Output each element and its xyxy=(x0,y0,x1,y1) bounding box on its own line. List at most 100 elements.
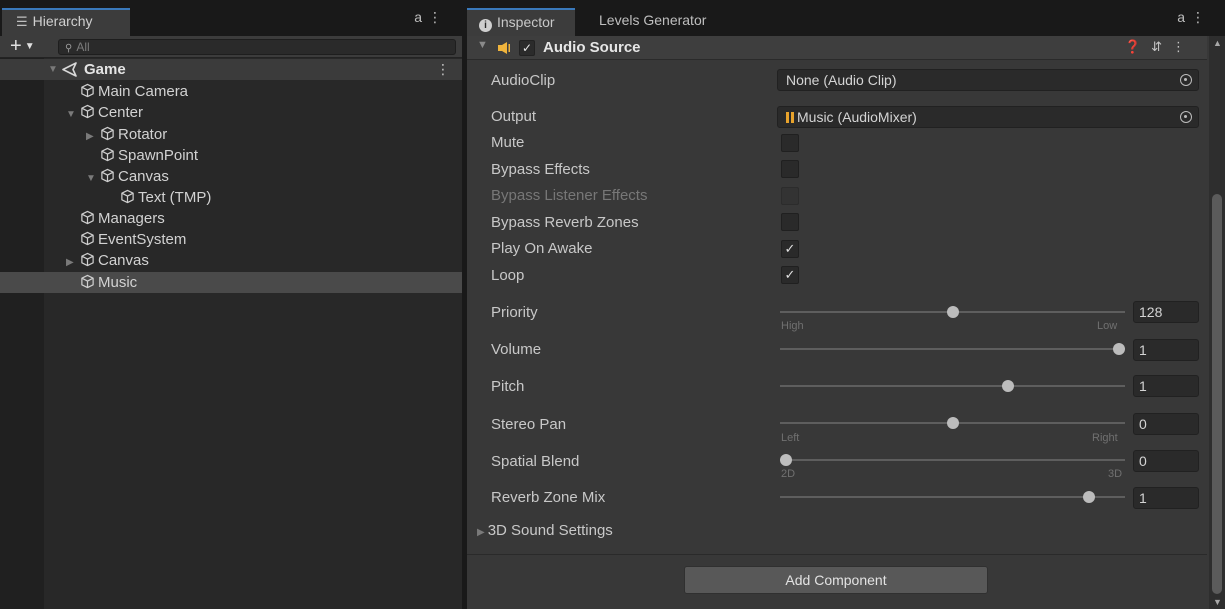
unity-scene-icon xyxy=(62,62,77,77)
audioclip-field[interactable]: None (Audio Clip) xyxy=(777,69,1199,91)
play-on-awake-label: Play On Awake xyxy=(491,240,593,257)
priority-input[interactable]: 128 xyxy=(1133,301,1199,323)
scroll-up-arrow-icon[interactable]: ▲ xyxy=(1213,38,1222,48)
play-on-awake-checkbox[interactable]: ✓ xyxy=(781,240,799,258)
spatial-blend-min-label: 2D xyxy=(781,468,796,480)
gameobject-cube-icon xyxy=(101,168,114,183)
spatial-blend-label: Spatial Blend xyxy=(491,453,580,470)
audiomixer-icon xyxy=(786,112,794,123)
priority-min-label: High xyxy=(781,320,804,332)
object-picker-icon[interactable] xyxy=(1180,111,1192,123)
component-enabled-checkbox[interactable]: ✓ xyxy=(519,40,535,56)
inspector-scrollbar[interactable]: ▲ ▼ xyxy=(1209,36,1225,609)
scene-menu-icon[interactable]: ⋮ xyxy=(436,59,450,80)
loop-label: Loop xyxy=(491,267,525,284)
output-label: Output xyxy=(491,108,537,125)
tree-item-rotator[interactable]: ▶ Rotator xyxy=(86,124,167,145)
expand-arrow-icon[interactable]: ▼ xyxy=(66,104,80,125)
expand-arrow-icon[interactable]: ▼ xyxy=(48,59,58,80)
add-object-button[interactable]: + ▼ xyxy=(10,36,35,57)
pitch-label: Pitch xyxy=(491,378,525,395)
plus-icon: + xyxy=(10,35,22,57)
bypass-listener-effects-label: Bypass Listener Effects xyxy=(491,187,648,204)
output-field[interactable]: Music (AudioMixer) xyxy=(777,106,1199,128)
spatial-blend-input[interactable]: 0 xyxy=(1133,450,1199,472)
collapse-arrow-icon: ▶ xyxy=(477,527,485,538)
volume-slider-track[interactable] xyxy=(780,348,1125,350)
priority-slider-handle[interactable] xyxy=(946,306,959,318)
speaker-icon xyxy=(498,42,510,54)
add-component-button[interactable]: Add Component xyxy=(684,566,988,594)
priority-max-label: Low xyxy=(1097,320,1118,332)
tree-item-managers[interactable]: Managers xyxy=(80,208,165,229)
expand-arrow-icon[interactable]: ▼ xyxy=(477,39,488,51)
tree-item-label: Canvas xyxy=(98,252,149,269)
tree-item-label: Music xyxy=(98,274,138,291)
scene-row-game[interactable]: ▼ Game ⋮ xyxy=(0,59,462,80)
collapse-arrow-icon[interactable]: ▶ xyxy=(86,126,100,147)
audioclip-value: None (Audio Clip) xyxy=(786,72,897,88)
tree-item-eventsystem[interactable]: EventSystem xyxy=(80,229,186,250)
kebab-menu-icon[interactable]: ⋮ xyxy=(428,9,448,25)
spatial-blend-slider-track[interactable] xyxy=(780,459,1125,461)
pitch-input[interactable]: 1 xyxy=(1133,375,1199,397)
tree-item-canvas-child[interactable]: ▼ Canvas xyxy=(86,166,169,187)
reverb-zone-mix-slider-handle[interactable] xyxy=(1082,491,1095,503)
inspector-tab-controls: a⋮ xyxy=(1177,9,1211,26)
divider xyxy=(467,554,1207,555)
tree-item-canvas[interactable]: ▶ Canvas xyxy=(66,250,149,271)
scroll-down-arrow-icon[interactable]: ▼ xyxy=(1213,597,1222,607)
gameobject-cube-icon xyxy=(81,104,94,119)
scrollbar-thumb[interactable] xyxy=(1212,194,1222,594)
stereo-pan-slider-handle[interactable] xyxy=(946,417,959,429)
object-picker-icon[interactable] xyxy=(1180,74,1192,86)
lock-icon[interactable]: a xyxy=(1177,9,1191,25)
tree-item-label: Center xyxy=(98,104,144,121)
bypass-effects-checkbox[interactable] xyxy=(781,160,799,178)
3d-sound-settings-foldout[interactable]: ▶ 3D Sound Settings xyxy=(477,522,613,539)
search-input[interactable]: ⚲ All xyxy=(58,39,456,55)
gameobject-cube-icon xyxy=(121,189,134,204)
tree-item-center[interactable]: ▼ Center xyxy=(66,102,143,123)
pitch-slider-handle[interactable] xyxy=(1002,380,1015,392)
help-icon[interactable]: ❓ xyxy=(1125,39,1151,54)
tree-item-label: Managers xyxy=(98,210,165,227)
kebab-menu-icon[interactable]: ⋮ xyxy=(1191,9,1211,25)
lock-icon[interactable]: a xyxy=(414,9,428,25)
volume-input[interactable]: 1 xyxy=(1133,339,1199,361)
loop-checkbox[interactable]: ✓ xyxy=(781,266,799,284)
search-placeholder: All xyxy=(76,40,90,54)
tab-hierarchy-label: Hierarchy xyxy=(32,13,93,29)
tree-item-text-tmp[interactable]: Text (TMP) xyxy=(120,187,211,208)
audioclip-label: AudioClip xyxy=(491,72,556,89)
tab-hierarchy[interactable]: ☰ Hierarchy xyxy=(2,8,130,36)
pitch-slider-track[interactable] xyxy=(780,385,1125,387)
tree-item-music[interactable]: Music xyxy=(0,272,462,293)
tab-levels-generator[interactable]: Levels Generator xyxy=(587,8,718,36)
volume-slider-handle[interactable] xyxy=(1113,343,1125,355)
bypass-reverb-zones-checkbox[interactable] xyxy=(781,213,799,231)
stereo-pan-input[interactable]: 0 xyxy=(1133,413,1199,435)
stereo-pan-min-label: Left xyxy=(781,432,800,444)
reverb-zone-mix-input[interactable]: 1 xyxy=(1133,487,1199,509)
spatial-blend-slider-handle[interactable] xyxy=(780,454,792,466)
hierarchy-toolbar: + ▼ ⚲ All xyxy=(0,36,462,58)
preset-icon[interactable]: ⇵ xyxy=(1151,39,1172,54)
audio-source-header[interactable]: ▼ ✓ Audio Source ❓⇵⋮ xyxy=(467,36,1207,60)
reverb-zone-mix-slider-track[interactable] xyxy=(780,496,1125,498)
search-icon: ⚲ xyxy=(65,43,73,54)
gameobject-cube-icon xyxy=(81,231,94,246)
tree-item-label: SpawnPoint xyxy=(118,147,199,164)
collapse-arrow-icon[interactable]: ▶ xyxy=(66,252,80,273)
mute-label: Mute xyxy=(491,134,525,151)
gameobject-cube-icon xyxy=(81,252,94,267)
hierarchy-tab-controls: a⋮ xyxy=(414,9,448,26)
expand-arrow-icon[interactable]: ▼ xyxy=(86,168,100,189)
tree-item-main-camera[interactable]: Main Camera xyxy=(80,81,188,102)
component-menu-icon[interactable]: ⋮ xyxy=(1172,39,1195,54)
tree-item-spawnpoint[interactable]: SpawnPoint xyxy=(100,145,198,166)
mute-checkbox[interactable] xyxy=(781,134,799,152)
tree-item-label: Rotator xyxy=(118,126,168,143)
hierarchy-panel: ☰ Hierarchy a⋮ + ▼ ⚲ All ▼ Game ⋮ Main Came… xyxy=(0,0,462,609)
tab-inspector[interactable]: i Inspector xyxy=(467,8,575,36)
